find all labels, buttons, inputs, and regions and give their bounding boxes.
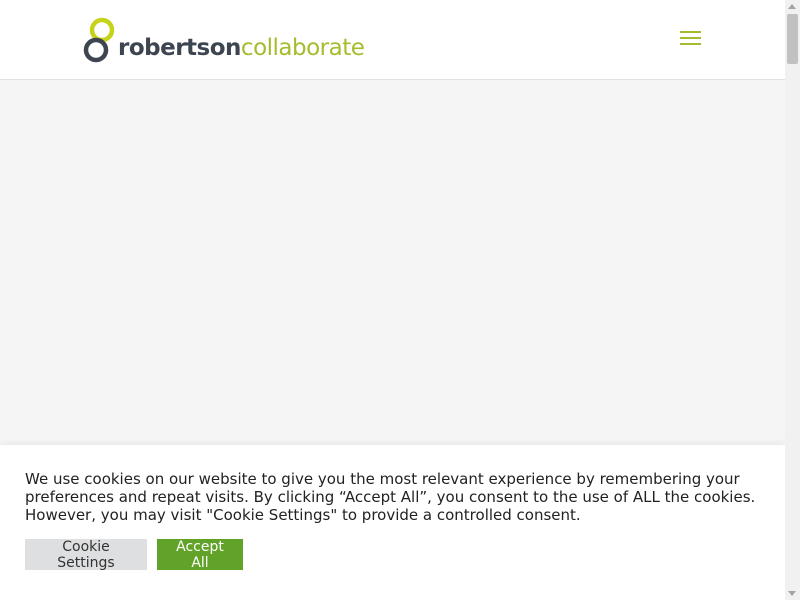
hamburger-menu-icon[interactable] (680, 31, 702, 48)
cookie-consent-banner: We use cookies on our website to give yo… (0, 445, 785, 600)
scrollbar-thumb[interactable] (787, 14, 798, 64)
site-logo[interactable]: robertsoncollaborate (83, 17, 365, 63)
accept-all-button[interactable]: Accept All (157, 539, 243, 571)
cookie-settings-button[interactable]: Cookie Settings (25, 539, 147, 571)
page-scrollbar[interactable] (785, 0, 800, 600)
logo-word-collaborate: collaborate (240, 35, 365, 61)
menu-line (680, 31, 701, 33)
logo-word-robertson: robertson (118, 35, 241, 61)
scroll-up-arrow-icon[interactable] (788, 4, 796, 9)
scroll-down-arrow-icon[interactable] (788, 591, 796, 596)
menu-line (680, 37, 701, 39)
logo-rings-icon (83, 17, 115, 63)
logo-wordmark: robertsoncollaborate (118, 35, 365, 61)
site-header: robertsoncollaborate (0, 0, 785, 80)
menu-line (680, 43, 701, 45)
cookie-message: We use cookies on our website to give yo… (25, 470, 756, 524)
